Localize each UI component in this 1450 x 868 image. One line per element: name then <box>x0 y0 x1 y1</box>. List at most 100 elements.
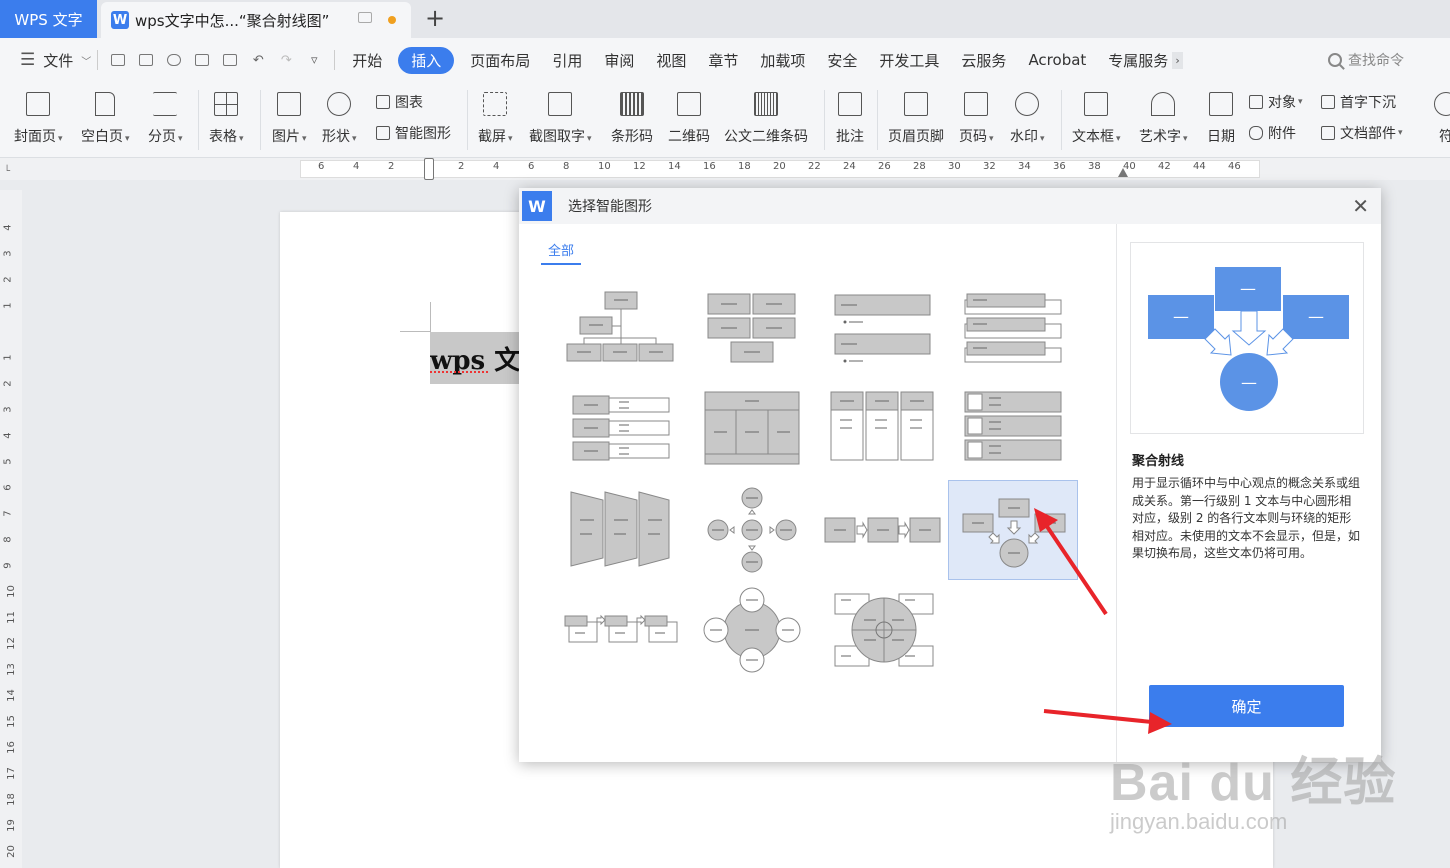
layout-block-grid[interactable] <box>687 282 817 382</box>
shape-label: 形状 <box>322 129 350 145</box>
ruler-tick-label: 24 <box>843 161 856 172</box>
wordart-button[interactable]: 艺术字 ▾ <box>1139 88 1188 146</box>
object-button[interactable]: 对象 ▾ <box>1249 92 1303 112</box>
layout-stacked-list[interactable] <box>949 282 1079 382</box>
blank-page-button[interactable]: 空白页 ▾ <box>81 88 130 146</box>
menu-view[interactable]: 视图 <box>656 50 686 71</box>
picture-button[interactable]: 图片 ▾ <box>272 88 307 146</box>
cover-page-button[interactable]: 封面页 ▾ <box>14 88 63 146</box>
page-number-button[interactable]: 页码 ▾ <box>959 88 994 146</box>
object-label: 对象 <box>1268 95 1296 111</box>
page-number-label: 页码 <box>959 129 987 145</box>
layout-picture-list[interactable] <box>949 380 1079 480</box>
smartart-button[interactable]: 智能图形 <box>376 123 451 143</box>
layout-trapezoid-list[interactable] <box>555 480 685 580</box>
menu-start[interactable]: 开始 <box>352 50 382 71</box>
menu-chapter[interactable]: 章节 <box>708 50 738 71</box>
monitor-icon[interactable] <box>358 12 372 23</box>
export-icon[interactable] <box>166 52 182 68</box>
attachment-button[interactable]: 附件 <box>1249 123 1296 143</box>
watermark-button[interactable]: 水印 ▾ <box>1010 88 1045 146</box>
divider <box>260 90 261 150</box>
barcode-button[interactable]: 条形码 <box>611 88 653 146</box>
search-command-placeholder: 查找命令 <box>1348 53 1404 69</box>
ok-button[interactable]: 确定 <box>1149 685 1344 727</box>
menu-security[interactable]: 安全 <box>827 50 857 71</box>
tab-bar: WPS 文字 W wps文字中怎...“聚合射线图” + <box>0 0 1450 38</box>
customize-toolbar-icon[interactable]: ▿ <box>306 52 322 68</box>
save-icon[interactable] <box>138 52 154 68</box>
redo-icon[interactable]: ↷ <box>278 52 294 68</box>
undo-icon[interactable]: ↶ <box>250 52 266 68</box>
selected-document-text[interactable]: wps 文 <box>430 332 525 384</box>
dialog-header[interactable]: W 选择智能图形 ✕ <box>519 188 1381 224</box>
ocr-button[interactable]: 截图取字 ▾ <box>529 88 592 146</box>
shape-button[interactable]: 形状 ▾ <box>322 88 357 146</box>
layout-cycle-matrix[interactable] <box>819 580 949 680</box>
blank-page-icon <box>95 92 116 116</box>
menu-insert[interactable]: 插入 <box>398 46 455 74</box>
menu-acrobat[interactable]: Acrobat <box>1028 51 1086 69</box>
layout-step-process[interactable] <box>555 580 685 680</box>
ruler-tick-label: 15 <box>5 715 17 728</box>
doc-parts-button[interactable]: 文档部件 ▾ <box>1321 123 1403 143</box>
watermark-main-text: Bai du 经验 <box>1110 754 1397 812</box>
indent-marker-icon[interactable] <box>424 158 434 180</box>
symbol-button[interactable]: 符 <box>1434 88 1450 146</box>
menu-cloud[interactable]: 云服务 <box>961 50 1006 71</box>
layout-diverging-radial[interactable] <box>687 480 817 580</box>
menu-review[interactable]: 审阅 <box>604 50 634 71</box>
chart-label: 图表 <box>395 95 423 111</box>
qrcode-button[interactable]: 二维码 <box>668 88 710 146</box>
layout-basic-process[interactable] <box>819 480 949 580</box>
ruler-tick-label: 16 <box>5 741 17 754</box>
print-preview-icon[interactable] <box>222 52 238 68</box>
pdf417-button[interactable]: 公文二维条码 <box>724 88 808 146</box>
layout-radial-venn[interactable] <box>687 580 817 680</box>
ruler-tick-label: 14 <box>5 689 17 702</box>
dropcap-button[interactable]: 首字下沉 <box>1321 92 1396 112</box>
menu-bar: ☰ 文件 ﹀ ↶ ↷ ▿ 开始 插入 页面布局 引用 审阅 视图 章节 加载项 … <box>0 38 1450 82</box>
ruler-tick-label: 28 <box>913 161 926 172</box>
date-button[interactable]: 日期 <box>1207 88 1235 146</box>
textbox-button[interactable]: 文本框 ▾ <box>1072 88 1121 146</box>
open-folder-icon[interactable] <box>110 52 126 68</box>
wps-doc-icon: W <box>111 11 129 29</box>
layout-org-chart[interactable] <box>555 282 685 382</box>
ruler-tick-label: 4 <box>493 161 500 172</box>
ruler-tick-label: 11 <box>5 611 17 624</box>
menu-exclusive[interactable]: 专属服务 <box>1108 50 1168 71</box>
layout-horizontal-list[interactable] <box>555 380 685 480</box>
app-tab[interactable]: WPS 文字 <box>0 0 97 38</box>
wordart-icon <box>1151 92 1176 116</box>
table-button[interactable]: 表格 ▾ <box>209 88 244 146</box>
page-break-button[interactable]: 分页 ▾ <box>148 88 183 146</box>
header-footer-button[interactable]: 页眉页脚 <box>888 88 944 146</box>
menu-references[interactable]: 引用 <box>552 50 582 71</box>
print-icon[interactable] <box>194 52 210 68</box>
layout-converging-radial-selected[interactable] <box>948 480 1078 580</box>
dialog-title: 选择智能图形 <box>568 199 652 215</box>
ruler-tick-label: 12 <box>633 161 646 172</box>
chevron-right-icon[interactable]: › <box>1172 51 1183 69</box>
horizontal-ruler[interactable]: 6 4 2 2 4 6 8 10 12 14 16 18 20 22 24 26 28 30 32 34 36 38 40 4… <box>0 158 1450 180</box>
layout-vertical-bullet-list[interactable] <box>819 282 949 382</box>
wps-logo-icon: W <box>522 191 552 221</box>
search-command[interactable]: 查找命令 <box>1328 50 1404 70</box>
chart-button[interactable]: 图表 <box>376 92 423 112</box>
file-menu[interactable]: ☰ 文件 ﹀ <box>20 50 91 71</box>
table-icon <box>214 92 239 116</box>
menu-developer[interactable]: 开发工具 <box>879 50 939 71</box>
filter-tab-all[interactable]: 全部 <box>541 240 581 265</box>
menu-addins[interactable]: 加载项 <box>760 50 805 71</box>
layout-vertical-box-list[interactable] <box>819 380 949 480</box>
menu-page-layout[interactable]: 页面布局 <box>470 50 530 71</box>
document-tab[interactable]: W wps文字中怎...“聚合射线图” <box>101 2 411 38</box>
layout-table-hierarchy[interactable] <box>687 380 817 480</box>
screenshot-button[interactable]: 截屏 ▾ <box>478 88 513 146</box>
new-tab-button[interactable]: + <box>421 4 449 32</box>
vertical-ruler[interactable]: 4 3 2 1 1 2 3 4 5 6 7 8 9 10 11 12 13 14 15 16 17 18 19 20 <box>0 190 22 868</box>
close-icon[interactable]: ✕ <box>1352 194 1369 218</box>
comment-button[interactable]: 批注 <box>836 88 864 146</box>
ruler-tick-label: 12 <box>5 637 17 650</box>
